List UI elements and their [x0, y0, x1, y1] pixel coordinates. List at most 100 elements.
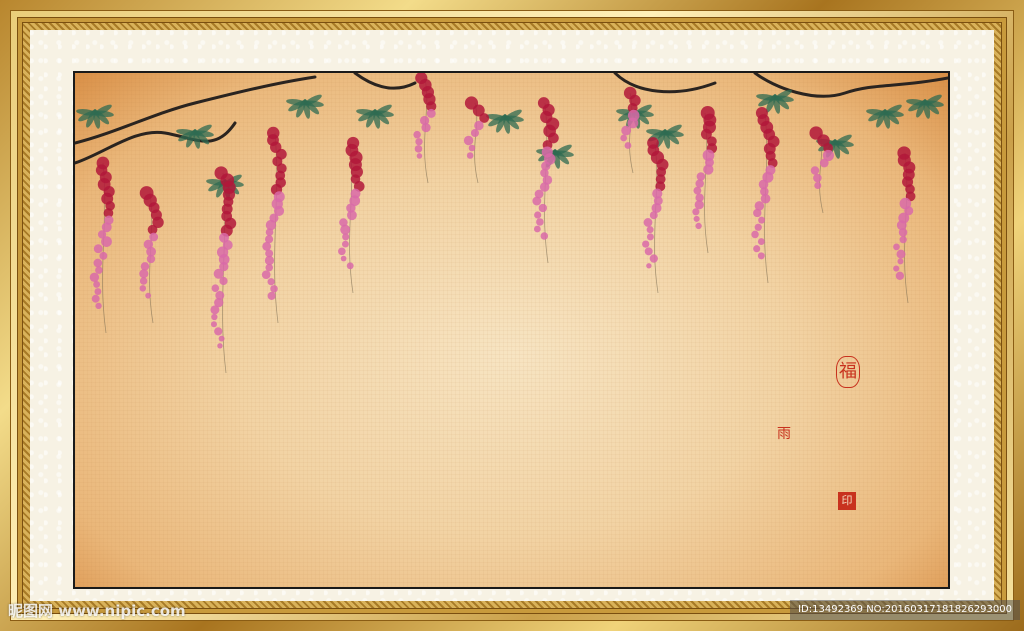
blossom-petal	[754, 223, 762, 231]
blossom-petal	[218, 335, 225, 342]
blossom-petal	[145, 292, 152, 299]
blossom-petal	[99, 251, 108, 260]
blossom-petal	[342, 240, 349, 248]
blossom-petal	[644, 247, 653, 256]
blossom-petal	[474, 120, 484, 131]
blossom-petal	[649, 211, 658, 220]
blossom-petal	[338, 247, 346, 256]
blossom-petal	[95, 302, 102, 310]
blossom-petal	[758, 216, 766, 224]
blossom-petal	[895, 271, 905, 280]
branch-stroke	[353, 73, 417, 90]
blossom-petal	[466, 152, 474, 159]
blossom-petal	[814, 182, 822, 189]
blossom-petal	[93, 244, 103, 254]
blossom-petal	[342, 233, 350, 241]
blossom-petal	[813, 173, 822, 183]
blossom-petal	[261, 270, 271, 280]
blossom-petal	[532, 196, 542, 206]
blossom-petal	[414, 145, 423, 153]
blossom-petal	[646, 226, 654, 234]
blossom-petal	[536, 218, 544, 226]
wisteria-illustration	[75, 73, 948, 374]
blossom-petal	[262, 241, 272, 251]
blossom-petal	[751, 230, 759, 239]
blossom-petal	[897, 258, 904, 265]
blossom-petal	[415, 138, 423, 146]
blossom-petal	[696, 172, 706, 181]
branch-stroke	[75, 121, 237, 165]
leaves	[76, 89, 944, 199]
blossom-petal	[693, 215, 700, 222]
blossom-petal	[214, 327, 223, 336]
blossom-petal	[211, 284, 220, 293]
blossom-petal	[646, 233, 654, 241]
blossom-petal	[421, 122, 431, 133]
blossom-petal	[146, 254, 156, 264]
blossom-petal	[693, 186, 702, 195]
blossom-petal	[695, 222, 702, 230]
blossom-petal	[94, 288, 102, 295]
blossom-petal	[210, 321, 217, 328]
blossom-petal	[139, 277, 148, 285]
blossom-petal	[642, 240, 650, 248]
blossom-petal	[896, 249, 906, 259]
blossom-petal	[340, 255, 347, 262]
blossom-petal	[139, 269, 149, 279]
blossom-petal	[757, 252, 765, 260]
blossom-petal	[340, 224, 351, 235]
blossom-petal	[270, 285, 278, 293]
blossom-petal	[149, 232, 159, 242]
wisteria-painting	[73, 71, 950, 589]
blossom-petal	[93, 258, 103, 268]
blossom-petal	[413, 130, 421, 139]
blossom-petal	[211, 313, 218, 321]
blossom-petal	[346, 262, 354, 270]
blossom-petal	[757, 238, 765, 245]
blossom-petal	[540, 232, 549, 240]
blossom-petal	[533, 225, 541, 233]
blossom-petal	[695, 179, 704, 188]
blossom-petal	[470, 128, 480, 138]
blossom-petal	[692, 208, 700, 216]
blossom-petal	[217, 343, 223, 349]
blossom-petal	[210, 305, 220, 315]
blossom-petal	[463, 135, 474, 146]
blossom-clusters	[89, 73, 916, 349]
blossom-petal	[89, 272, 100, 282]
blossom-petal	[649, 254, 658, 263]
blossom-petal	[93, 281, 101, 288]
seal-signature-stamp: 雨	[777, 426, 791, 442]
blossom-petal	[264, 255, 275, 266]
blossom-petal	[621, 125, 632, 136]
blossom-petal	[426, 108, 436, 118]
blossom-petal	[753, 208, 762, 218]
blossom-petal	[899, 236, 907, 244]
blossom-petal	[538, 203, 547, 213]
blossom-petal	[468, 144, 476, 152]
blossom-petal	[893, 265, 900, 272]
blossom-petal	[898, 228, 908, 237]
blossom-petal	[753, 245, 761, 253]
blossom-petal	[643, 218, 653, 227]
seal-square-stamp: 印	[838, 492, 856, 510]
blossom-petal	[893, 243, 900, 251]
blossom-petal	[624, 142, 632, 149]
blossom-petal	[219, 276, 228, 286]
blossom-petal	[95, 266, 103, 274]
watermark-site-logo: 昵图网 www.nipic.com	[8, 602, 186, 620]
blossom-petal	[91, 294, 100, 303]
blossom-petal	[267, 291, 276, 300]
blossom-petal	[265, 228, 274, 237]
blossom-petal	[416, 153, 423, 159]
blossom-petal	[534, 211, 542, 219]
blossom-petal	[810, 166, 820, 175]
blossom-petal	[819, 158, 829, 168]
blossom-petal	[346, 210, 357, 221]
blossom-petal	[267, 278, 275, 286]
watermark-id-label: ID:13492369 NO:20160317181826293000	[790, 600, 1020, 620]
blossom-petal	[646, 263, 652, 269]
blossom-petal	[620, 134, 628, 142]
blossom-petal	[101, 236, 112, 247]
seal-fu-stamp: 福	[836, 356, 860, 388]
